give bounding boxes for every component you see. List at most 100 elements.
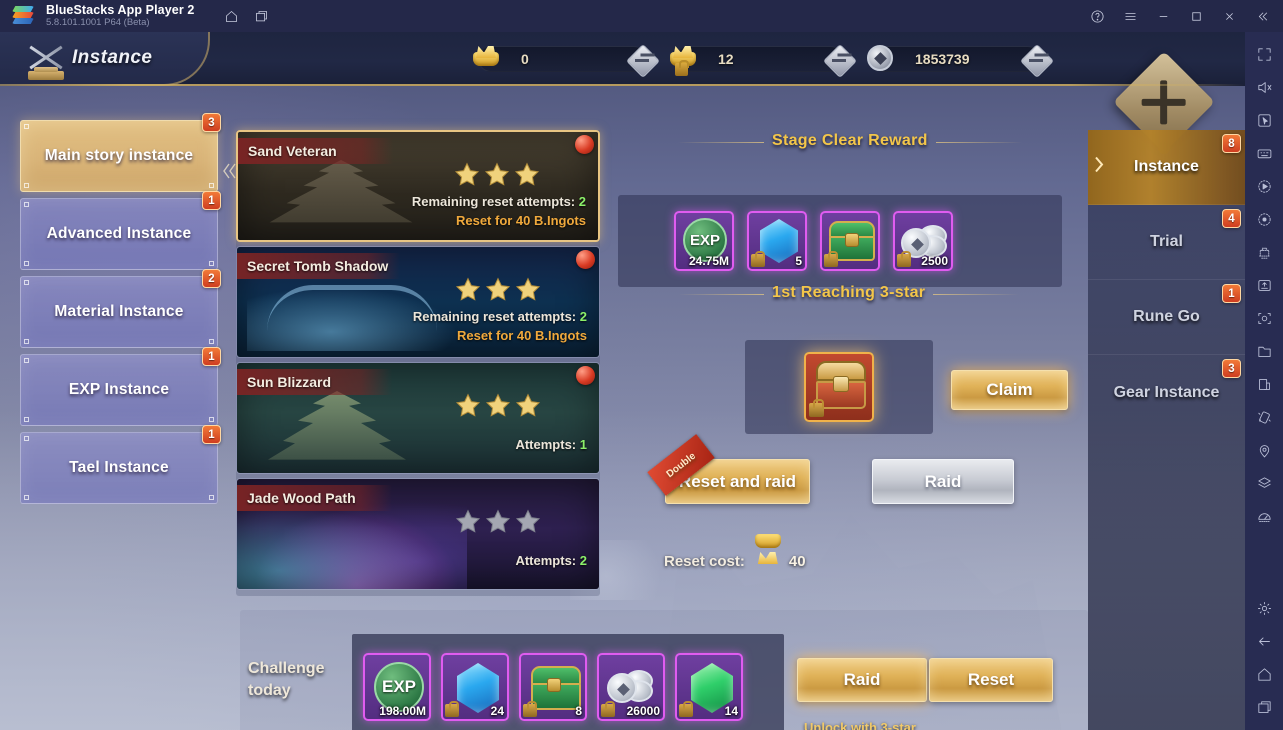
reset-and-raid-button[interactable]: Double Reset and raid bbox=[647, 434, 810, 504]
challenge-reset-button[interactable]: Reset bbox=[929, 658, 1053, 702]
challenge-label-line1: Challenge bbox=[248, 660, 325, 677]
category-tael-instance[interactable]: Tael Instance 1 bbox=[20, 425, 221, 504]
stage-row[interactable]: Secret Tomb Shadow Remaining reset attem… bbox=[236, 246, 600, 358]
category-label: EXP Instance bbox=[68, 381, 170, 398]
reward-item-silver[interactable]: 2500 bbox=[893, 211, 953, 271]
help-circle-icon[interactable] bbox=[1081, 0, 1114, 32]
lock-icon bbox=[601, 700, 615, 717]
add-bound-ingot-button[interactable] bbox=[824, 45, 854, 75]
nav-item-badge: 1 bbox=[1222, 284, 1241, 303]
keyboard-controls-icon[interactable] bbox=[1245, 137, 1283, 170]
challenge-item-chest[interactable]: 8 bbox=[519, 653, 587, 721]
media-folder-icon[interactable] bbox=[1245, 335, 1283, 368]
stage-name-band: Sun Blizzard bbox=[237, 369, 392, 395]
reward-qty: 2500 bbox=[921, 254, 948, 268]
nav-item-instance[interactable]: Instance 8 bbox=[1088, 130, 1245, 205]
minimize-icon[interactable] bbox=[1147, 0, 1180, 32]
challenge-item-silver[interactable]: 26000 bbox=[597, 653, 665, 721]
category-advanced-instance[interactable]: Advanced Instance 1 bbox=[20, 191, 221, 270]
challenge-item-blue-gem[interactable]: 24 bbox=[441, 653, 509, 721]
star-icon-empty bbox=[455, 509, 481, 533]
reset-and-raid-label: Reset and raid bbox=[678, 471, 797, 491]
stage-info: Attempts: 2 bbox=[515, 553, 587, 568]
reward-item-first-clear-chest[interactable] bbox=[804, 352, 874, 422]
copy-instance-icon[interactable] bbox=[1245, 368, 1283, 401]
multi-instance-icon[interactable] bbox=[246, 0, 276, 32]
star-icon-filled bbox=[484, 162, 510, 186]
reward-item-exp[interactable]: EXP 24.75M bbox=[674, 211, 734, 271]
nav-item-rune-go[interactable]: Rune Go 1 bbox=[1088, 280, 1245, 355]
red-orb-icon[interactable] bbox=[575, 135, 594, 154]
add-silver-button[interactable] bbox=[1021, 45, 1051, 75]
nav-item-label: Trial bbox=[1150, 233, 1183, 250]
screenshot-icon[interactable] bbox=[1245, 302, 1283, 335]
stage-name-band: Jade Wood Path bbox=[237, 485, 392, 511]
add-gold-ingot-button[interactable] bbox=[627, 45, 657, 75]
stage-row[interactable]: Jade Wood Path Attempts: 2 bbox=[236, 478, 600, 590]
bluestacks-sidebar bbox=[1245, 32, 1283, 730]
category-label: Material Instance bbox=[54, 303, 184, 320]
stage-name: Sun Blizzard bbox=[247, 374, 332, 390]
stage-stars bbox=[455, 509, 541, 534]
nav-item-gear-instance[interactable]: Gear Instance 3 bbox=[1088, 355, 1245, 430]
layers-icon[interactable] bbox=[1245, 467, 1283, 500]
stage-attempts-value: 2 bbox=[578, 194, 586, 209]
fullscreen-icon[interactable] bbox=[1245, 38, 1283, 71]
gold-ingot-icon bbox=[753, 550, 781, 572]
app-identity: BlueStacks App Player 2 5.8.101.1001 P64… bbox=[46, 3, 194, 28]
nav-item-label: Gear Instance bbox=[1113, 383, 1220, 401]
raid-button[interactable]: Raid bbox=[872, 459, 1014, 504]
currency-bound-ingot: 12 bbox=[670, 45, 846, 76]
stage-row[interactable]: Sun Blizzard Attempts: 1 bbox=[236, 362, 600, 474]
macro-record-icon[interactable] bbox=[1245, 170, 1283, 203]
star-icon-filled bbox=[514, 162, 540, 186]
home-icon[interactable] bbox=[216, 0, 246, 32]
green-treasure-chest-icon bbox=[531, 666, 581, 710]
location-icon[interactable] bbox=[1245, 434, 1283, 467]
category-material-instance[interactable]: Material Instance 2 bbox=[20, 269, 221, 348]
recents-icon[interactable] bbox=[1245, 691, 1283, 724]
double-chevron-left-icon[interactable] bbox=[1246, 0, 1279, 32]
challenge-qty: 8 bbox=[575, 704, 582, 718]
section-title-text: Stage Clear Reward bbox=[772, 132, 928, 149]
meter-icon[interactable] bbox=[1245, 500, 1283, 533]
back-icon[interactable] bbox=[1245, 625, 1283, 658]
category-badge: 3 bbox=[202, 113, 221, 132]
hamburger-menu-icon[interactable] bbox=[1114, 0, 1147, 32]
red-orb-icon[interactable] bbox=[576, 250, 595, 269]
claim-button[interactable]: Claim bbox=[951, 370, 1068, 410]
shake-icon[interactable] bbox=[1245, 401, 1283, 434]
reward-item-blue-gem[interactable]: 5 bbox=[747, 211, 807, 271]
cursor-icon[interactable] bbox=[1245, 104, 1283, 137]
install-apk-icon[interactable] bbox=[1245, 269, 1283, 302]
settings-gear-icon[interactable] bbox=[1245, 592, 1283, 625]
challenge-item-green-gem[interactable]: 14 bbox=[675, 653, 743, 721]
nav-item-badge: 4 bbox=[1222, 209, 1241, 228]
reward-qty: 24.75M bbox=[688, 254, 729, 268]
nav-item-badge: 8 bbox=[1222, 134, 1241, 153]
maximize-icon[interactable] bbox=[1180, 0, 1213, 32]
stage-list: Sand Veteran Remaining reset attempts: 2… bbox=[236, 130, 600, 594]
stage-attempts-label: Remaining reset attempts: bbox=[411, 194, 576, 209]
script-icon[interactable] bbox=[1245, 236, 1283, 269]
home-icon[interactable] bbox=[1245, 658, 1283, 691]
star-icon-filled bbox=[455, 393, 481, 417]
stage-name: Sand Veteran bbox=[248, 143, 337, 159]
bound-ingot-value: 12 bbox=[718, 51, 734, 67]
reward-item-chest[interactable] bbox=[820, 211, 880, 271]
challenge-raid-button[interactable]: Raid bbox=[797, 658, 927, 702]
challenge-item-exp[interactable]: EXP 198.00M bbox=[363, 653, 431, 721]
right-nav: Instance 8 Trial 4 Rune Go 1 Gear Instan… bbox=[1088, 130, 1245, 430]
nav-item-trial[interactable]: Trial 4 bbox=[1088, 205, 1245, 280]
multi-instance-sync-icon[interactable] bbox=[1245, 203, 1283, 236]
mute-icon[interactable] bbox=[1245, 71, 1283, 104]
window-controls bbox=[1081, 0, 1279, 32]
red-orb-icon[interactable] bbox=[576, 366, 595, 385]
stage-row[interactable]: Sand Veteran Remaining reset attempts: 2… bbox=[236, 130, 600, 242]
lock-icon bbox=[824, 250, 838, 267]
stage-name-band: Secret Tomb Shadow bbox=[237, 253, 401, 279]
category-exp-instance[interactable]: EXP Instance 1 bbox=[20, 347, 221, 426]
category-main-story-instance[interactable]: Main story instance 3 bbox=[20, 113, 221, 192]
close-icon[interactable] bbox=[1213, 0, 1246, 32]
page-title: Instance bbox=[72, 47, 153, 68]
